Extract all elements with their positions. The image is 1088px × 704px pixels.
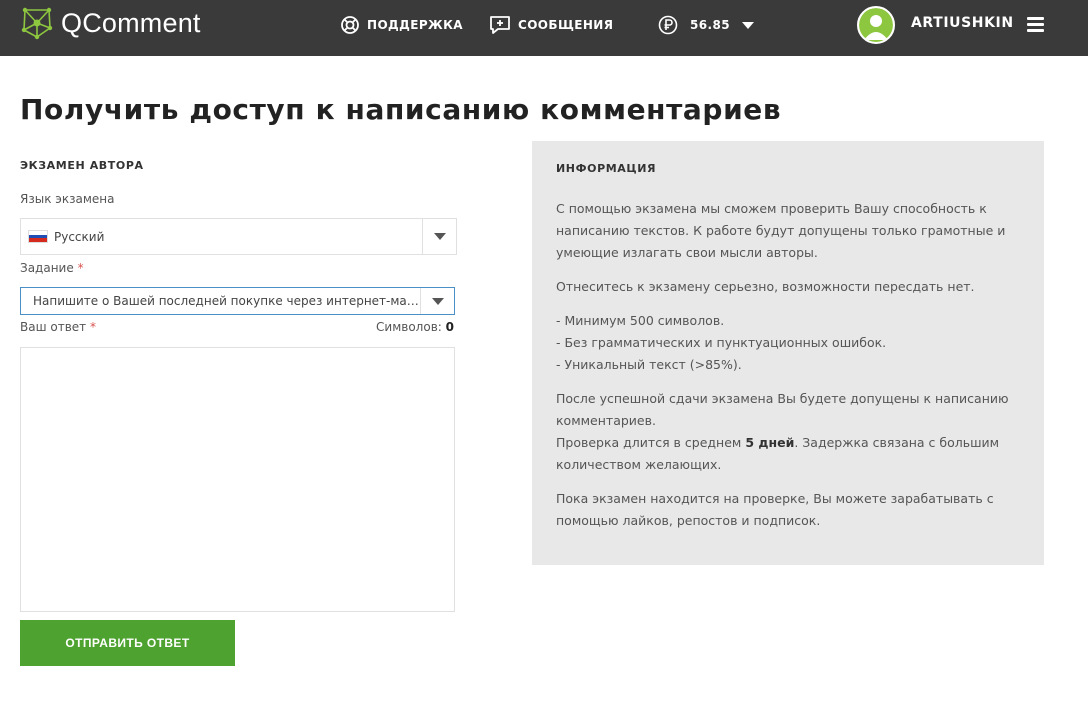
lang-select-value: Русский — [54, 229, 105, 244]
duration-value: 5 дней — [745, 435, 795, 450]
requirements-list: - Минимум 500 символов. - Без грамматиче… — [556, 310, 1020, 376]
required-mark: * — [90, 320, 96, 334]
nav-messages[interactable]: СООБЩЕНИЯ — [489, 14, 613, 36]
logo-text: QComment — [61, 7, 201, 38]
task-label: Задание * — [20, 261, 84, 275]
logo[interactable]: QComment — [20, 6, 201, 40]
nav-messages-label: СООБЩЕНИЯ — [518, 18, 614, 32]
nav-support-label: ПОДДЕРЖКА — [367, 18, 463, 32]
lang-select[interactable]: Русский — [20, 218, 457, 255]
hamburger-menu-icon[interactable] — [1027, 17, 1044, 32]
task-select[interactable]: Напишите о Вашей последней покупке через… — [20, 287, 455, 315]
russia-flag-icon — [28, 230, 48, 243]
requirement-item: - Минимум 500 символов. — [556, 313, 725, 328]
avatar-silhouette — [859, 8, 893, 42]
answer-label: Ваш ответ * — [20, 320, 96, 334]
username[interactable]: ARTIUSHKIN — [911, 15, 1014, 31]
balance-amount: 56.85 — [690, 18, 730, 32]
network-logo-icon — [21, 7, 53, 40]
requirement-item: - Уникальный текст (>85%). — [556, 357, 742, 372]
char-counter: Символов: 0 — [376, 320, 454, 334]
info-paragraph: С помощью экзамена мы сможем проверить В… — [556, 201, 1006, 260]
answer-label-text: Ваш ответ — [20, 320, 87, 334]
lifebuoy-icon — [341, 16, 359, 34]
required-mark: * — [77, 261, 84, 275]
task-select-toggle[interactable] — [420, 288, 454, 314]
info-paragraph-duration: Проверка длится в среднем 5 дней. Задерж… — [556, 432, 1020, 476]
submit-answer-button[interactable]: ОТПРАВИТЬ ОТВЕТ — [20, 620, 235, 666]
nav-support[interactable]: ПОДДЕРЖКА — [340, 14, 463, 36]
caret-down-icon — [431, 297, 444, 305]
user-avatar-icon[interactable] — [857, 6, 895, 44]
duration-pre: Проверка длится в среднем — [556, 435, 746, 450]
balance-dropdown[interactable]: 56.85 — [658, 14, 754, 36]
ruble-coin-icon — [658, 15, 678, 35]
char-counter-value: 0 — [445, 320, 454, 334]
form-section-title: ЭКЗАМЕН АВТОРА — [20, 159, 144, 172]
page-title: Получить доступ к написанию комментариев — [20, 93, 782, 126]
task-label-text: Задание — [20, 261, 74, 275]
lang-label: Язык экзамена — [20, 192, 115, 206]
top-navbar: QComment ПОДДЕРЖКА СООБЩЕНИЯ 56.85 ARTIU… — [0, 0, 1088, 56]
lang-select-toggle[interactable] — [422, 219, 456, 254]
info-panel: ИНФОРМАЦИЯ С помощью экзамена мы сможем … — [532, 141, 1044, 565]
caret-down-icon — [741, 21, 754, 29]
info-title: ИНФОРМАЦИЯ — [556, 162, 657, 175]
answer-textarea[interactable] — [20, 347, 455, 612]
requirement-item: - Без грамматических и пунктуационных ош… — [556, 335, 887, 350]
task-select-value: Напишите о Вашей последней покупке через… — [33, 294, 420, 308]
info-paragraph: Отнеситесь к экзамену серьезно, возможно… — [556, 279, 975, 294]
char-counter-label: Символов: — [376, 320, 442, 334]
message-plus-icon — [490, 16, 510, 34]
info-paragraph: После успешной сдачи экзамена Вы будете … — [556, 391, 1009, 428]
caret-down-icon — [433, 233, 446, 240]
info-paragraph: Пока экзамен находится на проверке, Вы м… — [556, 491, 994, 528]
